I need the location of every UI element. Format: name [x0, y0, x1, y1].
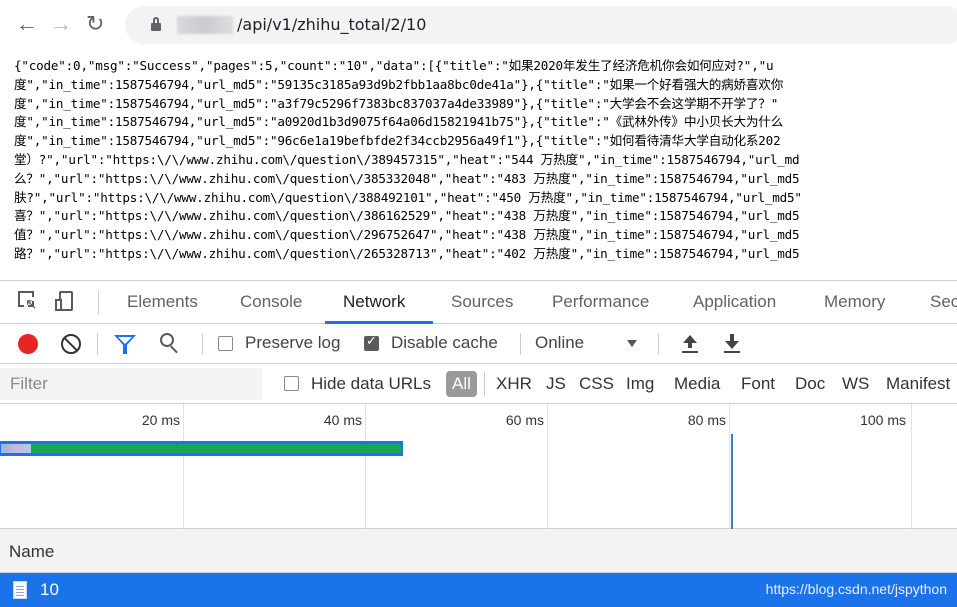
- filter-type-css[interactable]: CSS: [579, 374, 614, 394]
- chevron-down-icon[interactable]: [627, 340, 637, 347]
- tab-memory[interactable]: Memory: [824, 292, 885, 312]
- document-icon: [13, 581, 27, 599]
- grid-line: [547, 404, 548, 529]
- filter-type-xhr[interactable]: XHR: [496, 374, 532, 394]
- response-line: 喜？","url":"https:\/\/www.zhihu.com\/ques…: [14, 208, 800, 224]
- divider: [520, 333, 521, 355]
- name-column-label: Name: [9, 542, 55, 561]
- url-text[interactable]: /api/v1/zhihu_total/2/10: [237, 15, 426, 34]
- hide-data-urls-checkbox[interactable]: [284, 376, 299, 391]
- filter-type-font[interactable]: Font: [741, 374, 775, 394]
- devtools-tab-bar: ↖ Elements Console Network Sources Perfo…: [0, 280, 957, 324]
- watermark: https://blog.csdn.net/jspython: [765, 581, 947, 597]
- timeline-tick: 40 ms: [323, 412, 362, 428]
- tab-network[interactable]: Network: [343, 292, 405, 312]
- reload-icon[interactable]: ↻: [86, 10, 104, 38]
- clear-icon[interactable]: [61, 334, 81, 354]
- tab-security[interactable]: Sec: [930, 292, 957, 312]
- grid-line: [365, 404, 366, 529]
- response-line: 堂）?","url":"https:\/\/www.zhihu.com\/que…: [14, 151, 800, 167]
- tab-performance[interactable]: Performance: [552, 292, 649, 312]
- browser-toolbar: ← → ↻ /api/v1/zhihu_total/2/10: [0, 0, 957, 50]
- table-row[interactable]: 10 https://blog.csdn.net/jspython: [0, 573, 957, 607]
- response-line: {"code":0,"msg":"Success","pages":5,"cou…: [14, 58, 774, 73]
- filter-icon[interactable]: [114, 335, 136, 355]
- response-line: 度","in_time":1587546794,"url_md5":"a0920…: [14, 114, 784, 130]
- divider: [97, 333, 98, 355]
- disable-cache-checkbox[interactable]: [364, 334, 379, 351]
- tab-sources[interactable]: Sources: [451, 292, 513, 312]
- name-column-header[interactable]: Name: [0, 529, 957, 573]
- response-line: 值？","url":"https:\/\/www.zhihu.com\/ques…: [14, 227, 800, 243]
- response-line: 度","in_time":1587546794,"url_md5":"59135…: [14, 76, 784, 92]
- divider: [484, 372, 485, 396]
- request-queue-segment: [1, 444, 31, 453]
- back-arrow-icon[interactable]: ←: [16, 10, 38, 38]
- network-toolbar: Preserve log Disable cache Online: [0, 324, 957, 364]
- tab-console[interactable]: Console: [240, 292, 302, 312]
- hide-data-urls-label: Hide data URLs: [311, 374, 432, 393]
- divider: [658, 333, 659, 355]
- response-line: 度","in_time":1587546794,"url_md5":"96c6e…: [14, 133, 781, 149]
- response-line: 路？","url":"https:\/\/www.zhihu.com\/ques…: [14, 245, 800, 261]
- request-name: 10: [40, 580, 59, 599]
- upload-icon[interactable]: [681, 333, 699, 355]
- timeline-tick: 80 ms: [687, 412, 726, 428]
- filter-type-manifest[interactable]: Manifest: [886, 374, 950, 394]
- grid-line: [729, 404, 730, 529]
- filter-bar: Hide data URLs All XHR JS CSS Img Media …: [0, 364, 957, 404]
- divider: [202, 333, 203, 355]
- divider: [98, 291, 99, 315]
- timeline-tick: 60 ms: [505, 412, 544, 428]
- device-toolbar-icon[interactable]: [55, 291, 77, 313]
- disable-cache-label: Disable cache: [391, 333, 498, 352]
- grid-line: [911, 404, 912, 529]
- timeline-tick: 20 ms: [141, 412, 180, 428]
- throttling-select[interactable]: Online: [535, 333, 584, 353]
- response-line: 肤?","url":"https:\/\/www.zhihu.com\/ques…: [14, 189, 802, 205]
- filter-type-all[interactable]: All: [446, 371, 477, 397]
- record-icon[interactable]: [18, 334, 38, 354]
- filter-input[interactable]: [0, 368, 262, 400]
- inspect-element-icon[interactable]: ↖: [18, 291, 40, 313]
- filter-type-img[interactable]: Img: [626, 374, 654, 394]
- filter-type-doc[interactable]: Doc: [795, 374, 825, 394]
- response-line: 度","in_time":1587546794,"url_md5":"a3f79…: [14, 95, 779, 111]
- filter-type-media[interactable]: Media: [674, 374, 720, 394]
- download-icon[interactable]: [723, 333, 741, 355]
- filter-type-js[interactable]: JS: [546, 374, 566, 394]
- preserve-log-checkbox[interactable]: [218, 336, 233, 351]
- search-icon[interactable]: [160, 333, 180, 355]
- response-line: 么？","url":"https:\/\/www.zhihu.com\/ques…: [14, 170, 800, 186]
- grid-line: [183, 404, 184, 529]
- redacted-host: [177, 16, 233, 34]
- address-bar[interactable]: /api/v1/zhihu_total/2/10: [125, 6, 957, 44]
- timeline-overview[interactable]: 20 ms 40 ms 60 ms 80 ms 100 ms: [0, 404, 957, 529]
- preserve-log-label: Preserve log: [245, 333, 341, 352]
- request-waiting-segment: [31, 444, 401, 453]
- tab-elements[interactable]: Elements: [127, 292, 198, 312]
- forward-arrow-icon[interactable]: →: [50, 10, 72, 38]
- response-body: {"code":0,"msg":"Success","pages":5,"cou…: [14, 57, 957, 275]
- load-event-marker: [731, 434, 733, 529]
- timeline-tick: 100 ms: [860, 412, 906, 428]
- tab-application[interactable]: Application: [693, 292, 776, 312]
- filter-type-ws[interactable]: WS: [842, 374, 869, 394]
- lock-icon[interactable]: [151, 17, 161, 31]
